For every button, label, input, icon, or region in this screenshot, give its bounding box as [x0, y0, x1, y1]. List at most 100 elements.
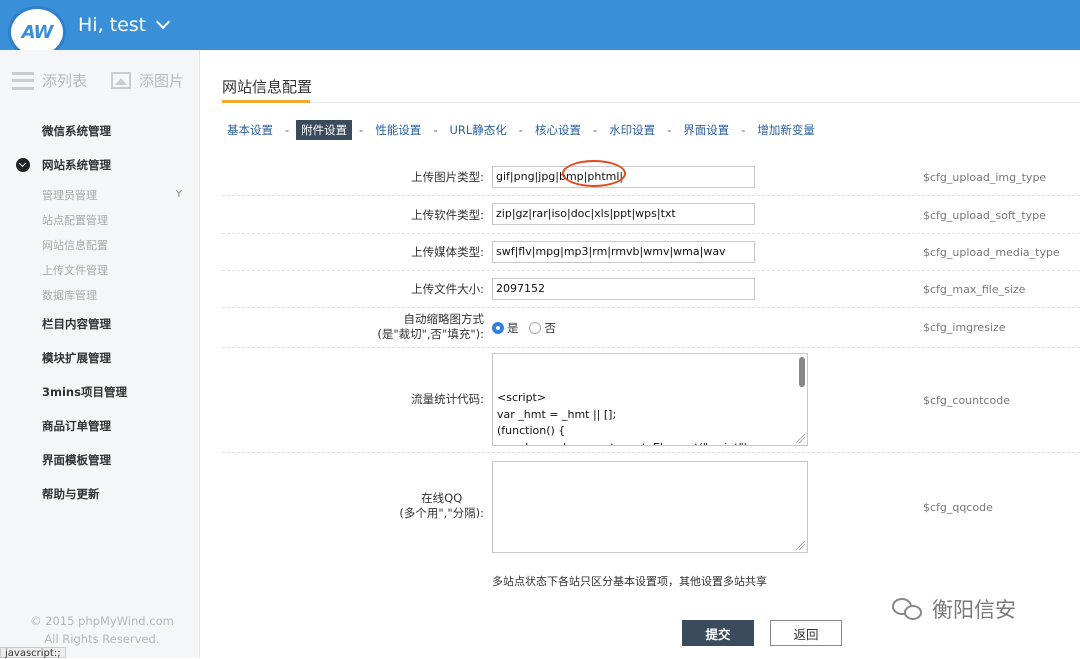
- field-label-line-1: 在线QQ: [421, 491, 463, 505]
- highlight-circle: [562, 160, 626, 187]
- upload-soft-type-input[interactable]: zip|gz|rar|iso|doc|xls|ppt|wps|txt: [492, 203, 755, 225]
- title-divider: [222, 102, 1080, 103]
- max-file-size-input[interactable]: 2097152: [492, 278, 755, 300]
- tab-add-variable[interactable]: 增加新变量: [752, 120, 820, 140]
- radio-no-label: 否: [544, 321, 556, 335]
- field-label-line-2: (是"裁切",否"填充"):: [377, 327, 484, 341]
- radio-yes[interactable]: [492, 322, 504, 334]
- sidebar-subitem-label: 上传文件管理: [42, 263, 108, 277]
- sidebar-item-label: 微信系统管理: [42, 124, 111, 138]
- tab-interface[interactable]: 界面设置: [678, 120, 734, 140]
- variable-name: $cfg_upload_media_type: [923, 246, 1060, 259]
- greeting-text: Hi, test: [78, 14, 147, 36]
- tab-attachment[interactable]: 附件设置: [296, 120, 353, 140]
- page-title: 网站信息配置: [222, 78, 313, 96]
- submit-button[interactable]: 提交: [682, 620, 754, 646]
- tab-separator: -: [667, 123, 672, 137]
- upload-media-type-input[interactable]: swf|flv|mpg|mp3|rm|rmvb|wmv|wma|wav: [492, 241, 755, 263]
- sidebar-subitem-label: 站点配置管理: [42, 213, 108, 227]
- tab-watermark[interactable]: 水印设置: [604, 120, 660, 140]
- variable-name: $cfg_qqcode: [923, 501, 993, 514]
- row-countcode: 流量统计代码: <script> var _hmt = _hmt || []; …: [222, 348, 1080, 453]
- submenu-mark: Y: [175, 189, 182, 200]
- field-label: 上传文件大小:: [411, 282, 484, 296]
- top-header: AW Hi, test: [0, 0, 1080, 58]
- tab-separator: -: [359, 123, 364, 137]
- resize-handle-icon[interactable]: [796, 541, 805, 550]
- tab-separator: -: [741, 123, 746, 137]
- row-max-file-size: 上传文件大小: 2097152 $cfg_max_file_size: [222, 271, 1080, 308]
- tab-separator: -: [518, 123, 523, 137]
- countcode-text: <script> var _hmt = _hmt || []; (functio…: [497, 391, 752, 445]
- add-image-label: 添图片: [139, 72, 185, 90]
- field-label: 上传媒体类型:: [411, 245, 484, 259]
- sidebar-item-label: 栏目内容管理: [42, 317, 111, 331]
- tab-separator: -: [433, 123, 438, 137]
- field-label-line-2: (多个用","分隔):: [399, 506, 484, 520]
- sidebar-item-label: 模块扩展管理: [42, 351, 111, 365]
- sidebar-quick-actions: 添列表 添图片: [12, 70, 184, 91]
- image-icon: [111, 72, 132, 89]
- sidebar-subitem-upload-files[interactable]: 上传文件管理: [0, 257, 200, 282]
- sidebar-subitem-site-config[interactable]: 站点配置管理: [0, 207, 200, 232]
- sidebar-item-content[interactable]: 栏目内容管理: [0, 307, 200, 341]
- multisite-note: 多站点状态下各站只区分基本设置项，其他设置多站共享: [492, 575, 767, 588]
- row-qqcode: 在线QQ (多个用","分隔): $cfg_qqcode: [222, 453, 1080, 561]
- row-upload-soft-type: 上传软件类型: zip|gz|rar|iso|doc|xls|ppt|wps|t…: [222, 196, 1080, 234]
- tab-core[interactable]: 核心设置: [530, 120, 586, 140]
- field-label: 上传图片类型:: [411, 170, 484, 184]
- title-underline: [222, 100, 310, 103]
- copyright-line-1: © 2015 phpMyWind.com: [30, 614, 174, 628]
- sidebar-item-templates[interactable]: 界面模板管理: [0, 443, 200, 477]
- variable-name: $cfg_upload_soft_type: [923, 209, 1046, 222]
- watermark-text: 衡阳信安: [932, 598, 1016, 622]
- tab-performance[interactable]: 性能设置: [370, 120, 426, 140]
- sidebar-subitem-database[interactable]: 数据库管理: [0, 282, 200, 307]
- row-imgresize: 自动缩略图方式 (是"裁切",否"填充"): 是 否 $cfg_imgresiz…: [222, 308, 1080, 348]
- sidebar-item-help[interactable]: 帮助与更新: [0, 477, 200, 511]
- sidebar-item-orders[interactable]: 商品订单管理: [0, 409, 200, 443]
- field-label: 自动缩略图方式 (是"裁切",否"填充"):: [377, 312, 484, 342]
- sidebar-menu: 微信系统管理 网站系统管理 管理员管理 Y 站点配置管理 网站信息配置 上传文件管…: [0, 114, 200, 511]
- qqcode-textarea[interactable]: [492, 461, 808, 553]
- field-label-line-1: 自动缩略图方式: [403, 312, 485, 326]
- add-image-button[interactable]: 添图片: [111, 70, 184, 91]
- tab-separator: -: [592, 123, 598, 137]
- sidebar-item-site-system[interactable]: 网站系统管理: [0, 148, 200, 182]
- add-list-label: 添列表: [42, 72, 88, 90]
- sidebar-item-label: 网站系统管理: [42, 158, 111, 172]
- sidebar-item-label: 商品订单管理: [42, 419, 111, 433]
- field-label: 上传软件类型:: [411, 208, 484, 222]
- row-upload-img-type: 上传图片类型: gif|png|jpg|bmp|phtml| $cfg_uplo…: [222, 158, 1080, 196]
- back-button[interactable]: 返回: [770, 620, 842, 646]
- sidebar-subitem-label: 数据库管理: [42, 288, 97, 302]
- field-label: 流量统计代码:: [411, 392, 484, 406]
- tab-url-static[interactable]: URL静态化: [444, 120, 511, 140]
- radio-no[interactable]: [529, 322, 542, 334]
- variable-name: $cfg_upload_img_type: [923, 171, 1047, 184]
- sidebar-subitem-label: 网站信息配置: [42, 238, 108, 252]
- settings-tabs: 基本设置 - 附件设置 - 性能设置 - URL静态化 - 核心设置 - 水印设置 - 界面…: [222, 120, 820, 140]
- field-label: 在线QQ (多个用","分隔):: [399, 491, 484, 521]
- add-list-button[interactable]: 添列表: [12, 70, 87, 91]
- sidebar-item-modules[interactable]: 模块扩展管理: [0, 341, 200, 375]
- copyright-line-2: All Rights Reserved.: [44, 632, 160, 646]
- copyright: © 2015 phpMyWind.com All Rights Reserved…: [30, 612, 174, 648]
- watermark: 衡阳信安: [892, 594, 1016, 624]
- sidebar-subitem-admin[interactable]: 管理员管理 Y: [0, 182, 200, 207]
- sidebar: 添列表 添图片 微信系统管理 网站系统管理 管理员管理 Y 站点配置管理 网站信息…: [0, 50, 200, 658]
- tab-separator: -: [285, 123, 290, 137]
- tab-basic[interactable]: 基本设置: [222, 120, 278, 140]
- scrollbar-thumb[interactable]: [799, 357, 805, 387]
- variable-name: $cfg_imgresize: [923, 321, 1006, 334]
- browser-status-bar: javascript:;: [0, 647, 66, 659]
- countcode-textarea[interactable]: <script> var _hmt = _hmt || []; (functio…: [492, 353, 808, 446]
- sidebar-item-3mins[interactable]: 3mins项目管理: [0, 375, 200, 409]
- row-upload-media-type: 上传媒体类型: swf|flv|mpg|mp3|rm|rmvb|wmv|wma|…: [222, 234, 1080, 271]
- sidebar-item-label: 界面模板管理: [42, 453, 111, 467]
- sidebar-subitem-site-info[interactable]: 网站信息配置: [0, 232, 200, 257]
- sidebar-item-wechat[interactable]: 微信系统管理: [0, 114, 200, 148]
- resize-handle-icon[interactable]: [796, 434, 805, 443]
- user-menu[interactable]: Hi, test: [78, 14, 171, 36]
- variable-name: $cfg_max_file_size: [923, 283, 1026, 296]
